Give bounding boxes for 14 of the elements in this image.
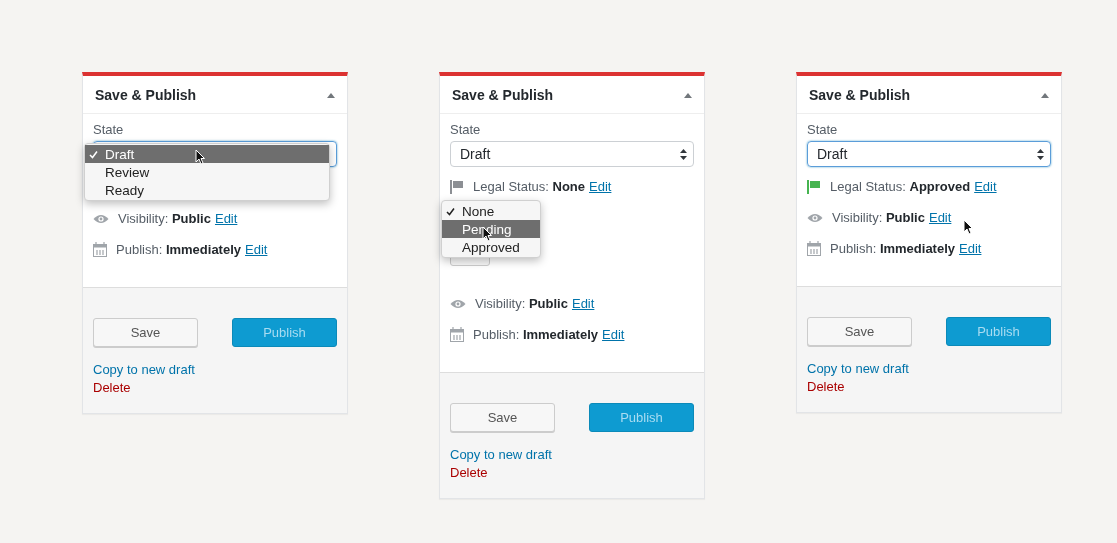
panel-title: Save & Publish xyxy=(452,87,554,103)
status-text: Legal Status: Approved xyxy=(830,179,971,194)
status-text: Visibility: Public xyxy=(118,211,211,226)
status-text: Visibility: Public xyxy=(832,210,925,225)
panel-title: Save & Publish xyxy=(95,87,197,103)
status-text: Publish: Immediately xyxy=(116,242,242,257)
status-text: Publish: Immediately xyxy=(830,241,956,256)
state-label: State xyxy=(93,122,125,137)
panel-title: Save & Publish xyxy=(809,87,911,103)
status-text: Publish: Immediately xyxy=(473,327,599,342)
state-label: State xyxy=(450,122,482,137)
status-text: Legal Status: None xyxy=(473,179,585,194)
state-label: State xyxy=(807,122,839,137)
status-text: Visibility: Public xyxy=(475,296,568,311)
